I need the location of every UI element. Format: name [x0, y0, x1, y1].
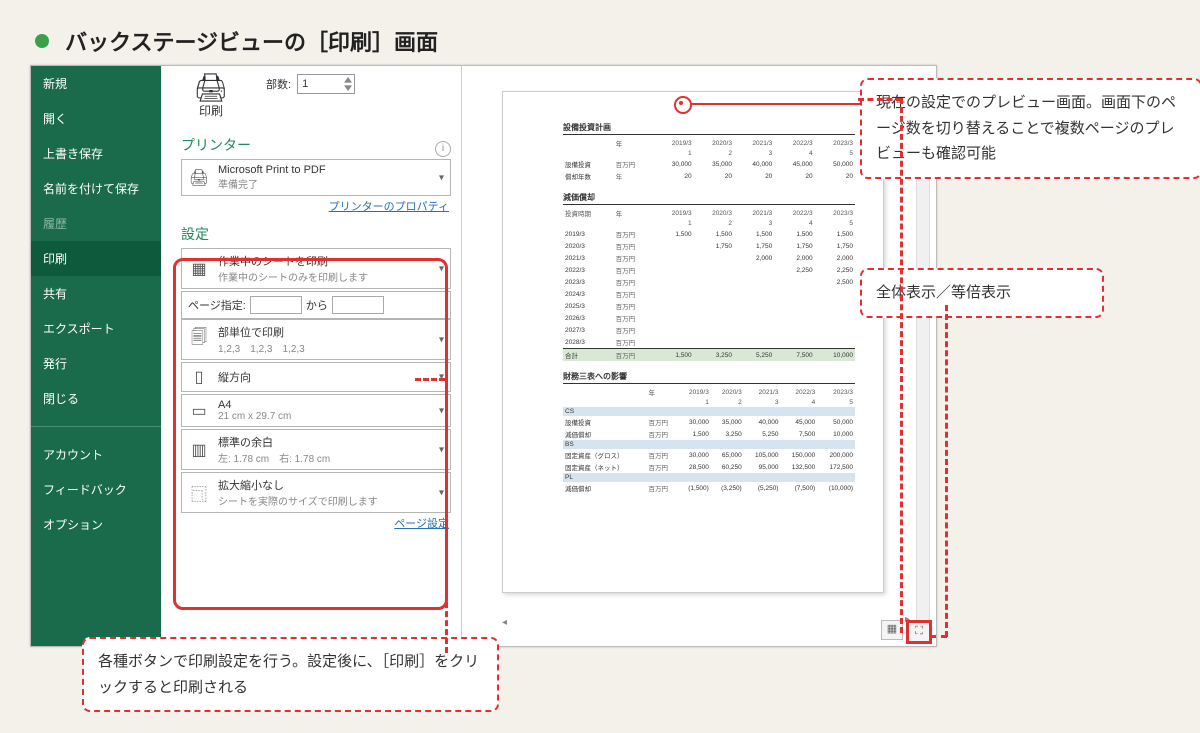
dashed-connector: [930, 635, 947, 638]
chevron-down-icon: ▾: [439, 263, 444, 274]
sidebar-item[interactable]: 閉じる: [31, 381, 161, 416]
printer-name: Microsoft Print to PDF: [218, 164, 326, 176]
page-setup-link[interactable]: ページ設定: [181, 515, 449, 531]
page-from-stepper[interactable]: [250, 296, 302, 314]
copies-stepper[interactable]: 1: [297, 74, 355, 94]
sidebar-item[interactable]: 開く: [31, 101, 161, 136]
dashed-connector: [945, 305, 948, 637]
paper-size-dropdown[interactable]: ▭ A4 21 cm x 29.7 cm ▾: [181, 394, 451, 427]
sidebar-footer-item[interactable]: アカウント: [31, 437, 161, 472]
print-button-label: 印刷: [181, 102, 241, 119]
page-range-label: ページ指定:: [188, 297, 246, 313]
sheet-icon: ▦: [188, 259, 210, 279]
callout-settings-text: 各種ボタンで印刷設定を行う。設定後に、［印刷］をクリックすると印刷される: [98, 653, 479, 696]
page-range-sep: から: [306, 297, 328, 313]
print-what-title: 作業中のシートを印刷: [218, 253, 368, 269]
scaling-sub: シートを実際のサイズで印刷します: [218, 493, 378, 508]
chevron-down-icon: ▾: [439, 405, 444, 416]
printer-icon: 🖨: [181, 74, 241, 102]
page-nav-row: ◂ ▸: [502, 614, 910, 626]
printer-status: 準備完了: [218, 176, 326, 191]
preview-page: 設備投資計画年2019/32020/32021/32022/32023/3123…: [502, 91, 884, 593]
margins-sub: 左: 1.78 cm 右: 1.78 cm: [218, 450, 330, 465]
callout-zoom: 全体表示／等倍表示: [860, 268, 1104, 318]
sidebar-item[interactable]: 履歴: [31, 206, 161, 241]
printer-dropdown[interactable]: 🖨 Microsoft Print to PDF 準備完了 ▾: [181, 159, 451, 196]
print-panel: 🖨 印刷 部数: 1 プリンター i 🖨 Microsoft Print to …: [161, 66, 461, 646]
callout-preview: 現在の設定でのプレビュー画面。画面下のページ数を切り替えることで複数ページのプレ…: [860, 78, 1200, 179]
scaling-dropdown[interactable]: ⿹ 拡大縮小なし シートを実際のサイズで印刷します ▾: [181, 472, 451, 513]
chevron-down-icon: ▾: [439, 444, 444, 455]
preview-content: 設備投資計画年2019/32020/32021/32022/32023/3123…: [563, 122, 855, 562]
printer-properties-link[interactable]: プリンターのプロパティ: [181, 198, 449, 214]
callout-settings: 各種ボタンで印刷設定を行う。設定後に、［印刷］をクリックすると印刷される: [82, 637, 499, 712]
print-what-dropdown[interactable]: ▦ 作業中のシートを印刷 作業中のシートのみを印刷します ▾: [181, 248, 451, 289]
page-to-stepper[interactable]: [332, 296, 384, 314]
orientation-title: 縦方向: [218, 369, 251, 385]
sidebar-item[interactable]: 印刷: [31, 241, 161, 276]
paper-sub: 21 cm x 29.7 cm: [218, 411, 291, 422]
page-range-row: ページ指定: から: [181, 291, 451, 319]
paper-title: A4: [218, 399, 291, 411]
settings-heading: 設定: [181, 224, 451, 244]
page-title-text: バックステージビューの［印刷］画面: [65, 30, 438, 55]
sidebar-footer-item[interactable]: フィードバック: [31, 472, 161, 507]
dashed-connector: [445, 378, 448, 653]
chevron-down-icon: ▾: [439, 487, 444, 498]
collate-icon: 🗐: [188, 326, 210, 353]
margins-title: 標準の余白: [218, 434, 330, 450]
bullet-icon: [35, 34, 49, 48]
callout-preview-text: 現在の設定でのプレビュー画面。画面下のページ数を切り替えることで複数ページのプレ…: [876, 94, 1176, 162]
sidebar-footer-item[interactable]: オプション: [31, 507, 161, 542]
scaling-title: 拡大縮小なし: [218, 477, 378, 493]
sidebar-separator: [31, 426, 161, 427]
print-button[interactable]: 🖨 印刷: [181, 74, 241, 119]
printer-ready-icon: 🖨: [188, 168, 210, 188]
info-icon[interactable]: i: [435, 141, 451, 157]
sidebar-item[interactable]: エクスポート: [31, 311, 161, 346]
collate-dropdown[interactable]: 🗐 部単位で印刷 1,2,3 1,2,3 1,2,3 ▾: [181, 319, 451, 360]
sidebar-item[interactable]: 共有: [31, 276, 161, 311]
orientation-dropdown[interactable]: ▯ 縦方向 ▾: [181, 362, 451, 392]
zoom-to-page-icon[interactable]: ⛶: [906, 620, 932, 644]
page-icon: ▭: [188, 401, 210, 421]
portrait-icon: ▯: [188, 367, 210, 387]
page-title: バックステージビューの［印刷］画面: [35, 25, 438, 57]
callout-marker: [674, 96, 692, 114]
callout-leader: [690, 103, 860, 105]
scaling-icon: ⿹: [188, 481, 210, 505]
chevron-down-icon: ▾: [439, 334, 444, 345]
sidebar-item[interactable]: 名前を付けて保存: [31, 171, 161, 206]
chevron-down-icon: ▾: [439, 172, 444, 183]
copies-label: 部数:: [266, 76, 291, 92]
prev-page-arrow[interactable]: ◂: [502, 617, 507, 628]
excel-backstage-window: 新規開く上書き保存名前を付けて保存履歴印刷共有エクスポート発行閉じる アカウント…: [30, 65, 937, 647]
dashed-connector: [858, 98, 902, 101]
backstage-sidebar: 新規開く上書き保存名前を付けて保存履歴印刷共有エクスポート発行閉じる アカウント…: [31, 66, 161, 646]
margins-icon: ▥: [188, 440, 210, 460]
margins-dropdown[interactable]: ▥ 標準の余白 左: 1.78 cm 右: 1.78 cm ▾: [181, 429, 451, 470]
dashed-connector: [900, 98, 903, 633]
sidebar-item[interactable]: 発行: [31, 346, 161, 381]
collate-title: 部単位で印刷: [218, 324, 305, 340]
sidebar-item[interactable]: 新規: [31, 66, 161, 101]
dashed-connector: [415, 378, 445, 381]
callout-zoom-text: 全体表示／等倍表示: [876, 284, 1011, 301]
collate-sub: 1,2,3 1,2,3 1,2,3: [218, 340, 305, 355]
printer-heading: プリンター: [181, 135, 451, 155]
sidebar-item[interactable]: 上書き保存: [31, 136, 161, 171]
print-what-sub: 作業中のシートのみを印刷します: [218, 269, 368, 284]
